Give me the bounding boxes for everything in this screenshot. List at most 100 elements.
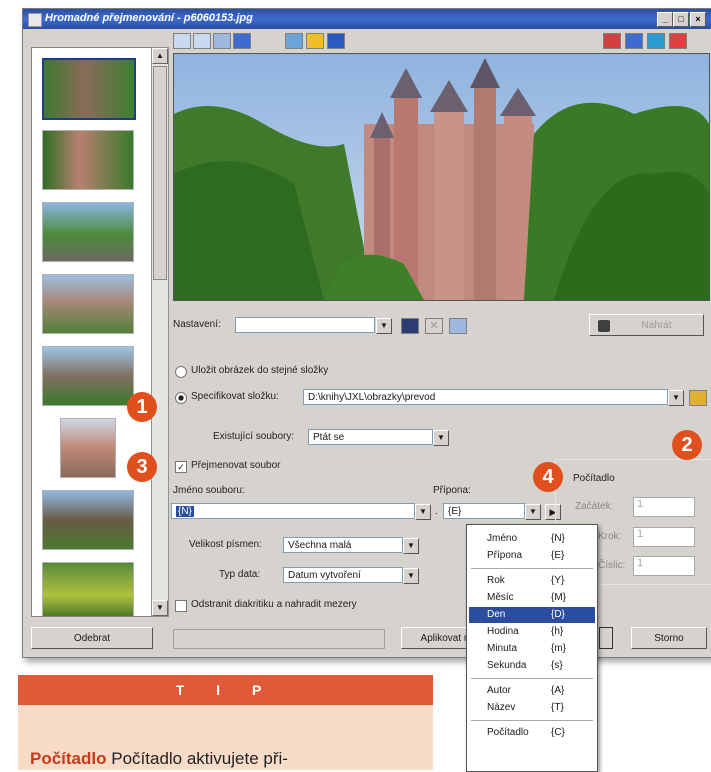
chevron-down-icon[interactable]: ▼	[525, 504, 541, 520]
image-preview	[173, 53, 710, 301]
counter-title: Počítadlo	[573, 473, 615, 484]
layout-2-icon[interactable]	[625, 33, 643, 49]
menu-item-autor[interactable]: Autor {A}	[469, 683, 595, 699]
thumbnail-4[interactable]	[42, 274, 134, 334]
remove-button[interactable]: Odebrat	[31, 627, 153, 649]
undo-icon[interactable]	[449, 318, 467, 334]
image-view-icon[interactable]	[285, 33, 303, 49]
actual-size-icon[interactable]	[233, 33, 251, 49]
menu-item-label: Počítadlo	[487, 727, 529, 738]
delete-icon[interactable]: ✕	[425, 318, 443, 334]
menu-separator	[471, 720, 593, 721]
scroll-up-icon[interactable]: ▲	[152, 48, 168, 64]
maximize-button[interactable]: □	[673, 12, 689, 27]
existing-files-label: Existující soubory:	[213, 431, 295, 442]
info-icon[interactable]	[327, 33, 345, 49]
menu-item-key: {T}	[551, 702, 564, 713]
rename-checkbox[interactable]: ✓	[175, 461, 187, 473]
chevron-down-icon[interactable]: ▼	[668, 390, 684, 406]
menu-item-počítadlo[interactable]: Počítadlo {C}	[469, 725, 595, 741]
menu-item-key: {Y}	[551, 575, 565, 586]
menu-item-jméno[interactable]: Jméno {N}	[469, 531, 595, 547]
thumbnail-6[interactable]	[60, 418, 116, 478]
tip-text: Počítadlo aktivujete při-	[111, 749, 288, 768]
load-button-label: Nahrát	[641, 320, 672, 331]
menu-item-minuta[interactable]: Minuta {m}	[469, 641, 595, 657]
menu-separator	[471, 568, 593, 569]
tip-body: Počítadlo Počítadlo aktivujete při-	[18, 705, 433, 770]
extension-input[interactable]: {E}	[443, 503, 525, 519]
fit-window-icon[interactable]	[213, 33, 231, 49]
scroll-thumb[interactable]	[153, 66, 167, 280]
menu-item-label: Jméno	[487, 533, 518, 544]
settings-label: Nastavení:	[173, 319, 221, 330]
load-button[interactable]: Nahrát	[589, 314, 704, 336]
folder-path-input[interactable]: D:\knihy\JXL\obrazky\prevod	[303, 389, 668, 405]
folder-browse-icon[interactable]	[689, 390, 707, 406]
menu-item-den[interactable]: Den {D}	[469, 607, 595, 623]
menu-item-přípona[interactable]: Přípona {E}	[469, 548, 595, 564]
counter-start-label: Začátek:	[575, 501, 614, 512]
thumbnail-5[interactable]	[42, 346, 134, 406]
menu-item-label: Název	[487, 702, 516, 713]
menu-item-key: {s}	[551, 660, 563, 671]
zoom-out-icon[interactable]	[193, 33, 211, 49]
ok-button-edge[interactable]	[599, 627, 613, 649]
chevron-down-icon[interactable]: ▼	[403, 568, 419, 584]
menu-item-key: {N}	[551, 533, 565, 544]
filename-label: Jméno souboru:	[173, 485, 245, 496]
thumbnail-8[interactable]	[42, 562, 134, 616]
menu-separator	[471, 678, 593, 679]
layout-4-icon[interactable]	[669, 33, 687, 49]
window-title: Hromadné přejmenování - p6060153.jpg	[45, 12, 253, 24]
zoom-in-icon[interactable]	[173, 33, 191, 49]
castle-photo	[174, 54, 709, 300]
chevron-down-icon[interactable]: ▼	[433, 430, 449, 446]
menu-item-label: Den	[487, 609, 506, 620]
thumbnail-list[interactable]	[31, 47, 153, 617]
save-icon[interactable]	[401, 318, 419, 334]
radio-specify-folder[interactable]	[175, 392, 187, 404]
diacritics-label: Odstranit diakritiku a nahradit mezery	[191, 599, 357, 610]
counter-start-spin[interactable]: 1	[633, 497, 695, 517]
filename-input[interactable]: {N}	[171, 503, 415, 519]
date-type-select[interactable]: Datum vytvoření	[283, 567, 403, 583]
thumbnail-2[interactable]	[42, 130, 134, 190]
layout-1-icon[interactable]	[603, 33, 621, 49]
radio-specify-folder-label: Specifikovat složku:	[191, 391, 279, 402]
menu-item-měsíc[interactable]: Měsíc {M}	[469, 590, 595, 606]
menu-item-hodina[interactable]: Hodina {h}	[469, 624, 595, 640]
thumbnail-scrollbar[interactable]: ▲ ▼	[151, 47, 169, 617]
menu-item-název[interactable]: Název {T}	[469, 700, 595, 716]
callout-badge-4: 4	[533, 462, 563, 492]
thumbnail-3[interactable]	[42, 202, 134, 262]
cancel-button[interactable]: Storno	[631, 627, 707, 649]
menu-item-label: Přípona	[487, 550, 523, 561]
rename-checkbox-label: Přejmenovat soubor	[191, 460, 281, 471]
menu-item-sekunda[interactable]: Sekunda {s}	[469, 658, 595, 674]
layout-3-icon[interactable]	[647, 33, 665, 49]
settings-select[interactable]	[235, 317, 375, 333]
radio-same-folder[interactable]	[175, 366, 187, 378]
existing-files-select[interactable]: Ptát se	[308, 429, 433, 445]
minimize-button[interactable]: _	[657, 12, 673, 27]
thumbnail-1[interactable]	[42, 58, 136, 120]
scroll-down-icon[interactable]: ▼	[152, 600, 168, 616]
close-button[interactable]: ×	[690, 12, 706, 27]
chevron-down-icon[interactable]: ▼	[403, 538, 419, 554]
chevron-down-icon[interactable]: ▼	[415, 504, 431, 520]
diacritics-checkbox[interactable]	[175, 600, 187, 612]
tag-menu: Jméno {N} Přípona {E} Rok {Y} Měsíc {M} Den {D} Ho…	[466, 524, 598, 772]
thumbnail-7[interactable]	[42, 490, 134, 550]
progress-bar	[173, 629, 385, 649]
menu-item-label: Rok	[487, 575, 505, 586]
folder-view-icon[interactable]	[306, 33, 324, 49]
menu-item-label: Měsíc	[487, 592, 514, 603]
counter-step-label: Krok:	[598, 531, 622, 542]
chevron-down-icon[interactable]: ▼	[376, 318, 392, 334]
letter-case-select[interactable]: Všechna malá	[283, 537, 403, 553]
counter-digits-spin[interactable]: 1	[633, 556, 695, 576]
menu-item-rok[interactable]: Rok {Y}	[469, 573, 595, 589]
tip-header: T I P	[18, 675, 433, 705]
counter-step-spin[interactable]: 1	[633, 527, 695, 547]
